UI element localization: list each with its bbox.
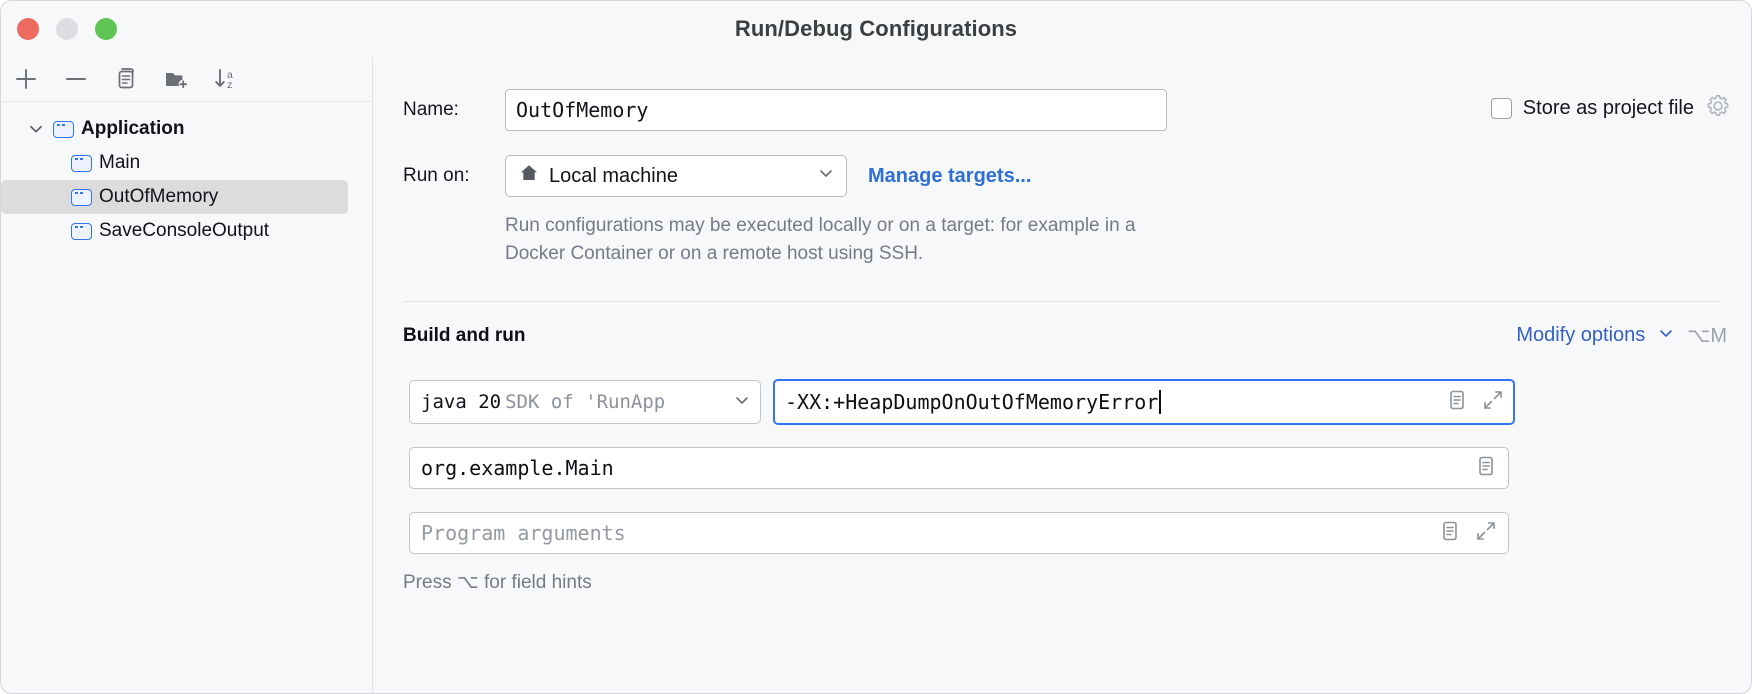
jdk-source-label: SDK of 'RunApp	[505, 391, 666, 413]
minimize-window-button[interactable]	[56, 18, 78, 40]
macro-list-icon[interactable]	[1445, 388, 1469, 417]
sort-configurations-button[interactable]: a z	[211, 64, 241, 94]
add-configuration-button[interactable]	[11, 64, 41, 94]
tree-item-saveconsoleoutput[interactable]: SaveConsoleOutput	[1, 214, 372, 248]
home-icon	[518, 162, 540, 190]
run-configuration-icon	[71, 222, 92, 240]
jdk-dropdown[interactable]: java 20 SDK of 'RunApp	[409, 380, 761, 424]
expand-editor-icon[interactable]	[1474, 519, 1498, 548]
jdk-version-label: java 20	[421, 391, 502, 413]
program-arguments-input[interactable]: Program arguments	[409, 512, 1509, 554]
macro-list-icon[interactable]	[1438, 519, 1462, 548]
configurations-sidebar: a z Application Main OutOfMemory SaveCon…	[1, 57, 373, 693]
store-as-project-file-label: Store as project file	[1522, 97, 1694, 119]
name-label: Name:	[403, 99, 459, 120]
new-folder-button[interactable]	[161, 64, 191, 94]
run-configuration-icon	[53, 120, 74, 138]
window-controls	[17, 18, 117, 40]
run-configuration-icon	[71, 154, 92, 172]
run-configuration-icon	[71, 188, 92, 206]
sort-alphabetically-icon: a z	[215, 69, 233, 91]
section-divider	[403, 301, 1721, 302]
run-on-dropdown[interactable]: Local machine	[505, 155, 847, 197]
tree-group-application[interactable]: Application	[1, 112, 372, 146]
run-on-label: Run on:	[403, 165, 470, 186]
sidebar-toolbar: a z	[1, 57, 372, 102]
copy-icon	[118, 68, 134, 89]
remove-configuration-button[interactable]	[61, 64, 91, 94]
dialog-title: Run/Debug Configurations	[734, 16, 1018, 41]
program-arguments-placeholder: Program arguments	[421, 521, 626, 545]
zoom-window-button[interactable]	[95, 18, 117, 40]
modify-options-shortcut: ⌥M	[1687, 325, 1727, 347]
tree-item-label: Application	[81, 118, 185, 139]
tree-item-main[interactable]: Main	[1, 146, 372, 180]
tree-item-label: Main	[99, 152, 141, 173]
run-on-value: Local machine	[549, 164, 678, 187]
manage-targets-link[interactable]: Manage targets...	[868, 165, 1031, 188]
tree-item-outofmemory[interactable]: OutOfMemory	[1, 180, 348, 214]
build-and-run-heading: Build and run	[403, 325, 526, 346]
jdk-and-vm-options-row: java 20 SDK of 'RunApp -XX:+HeapDumpOnOu…	[409, 379, 1515, 425]
tree-item-label: SaveConsoleOutput	[99, 220, 270, 241]
plus-icon	[16, 69, 36, 89]
configurations-tree: Application Main OutOfMemory SaveConsole…	[1, 102, 372, 248]
vm-options-input[interactable]: -XX:+HeapDumpOnOutOfMemoryError	[773, 379, 1515, 425]
name-input[interactable]: OutOfMemory	[505, 89, 1167, 131]
svg-text:z: z	[227, 79, 232, 91]
main-class-input[interactable]: org.example.Main	[409, 447, 1509, 489]
vm-options-value: -XX:+HeapDumpOnOutOfMemoryError	[785, 390, 1159, 414]
close-window-button[interactable]	[17, 18, 39, 40]
configuration-editor-panel: Name: OutOfMemory Store as project file …	[373, 57, 1751, 693]
copy-configuration-button[interactable]	[111, 64, 141, 94]
run-on-row: Run on: Local machine Manage targets...	[403, 155, 1031, 197]
targets-hint-text: Run configurations may be executed local…	[505, 215, 1136, 264]
main-class-value: org.example.Main	[421, 456, 614, 480]
gear-icon[interactable]	[1705, 93, 1731, 124]
chevron-down-icon[interactable]	[1656, 323, 1676, 348]
tree-item-label: OutOfMemory	[99, 186, 219, 207]
chevron-down-icon[interactable]	[816, 163, 836, 189]
folder-add-icon	[166, 73, 188, 89]
store-as-project-file-checkbox[interactable]	[1490, 98, 1512, 119]
modify-options-group: Modify options ⌥M	[1516, 323, 1727, 348]
expand-editor-icon[interactable]	[1481, 388, 1505, 417]
field-hints-text: Press ⌥ for field hints	[403, 572, 592, 593]
chevron-down-icon[interactable]	[25, 118, 47, 140]
text-caret	[1159, 390, 1161, 414]
run-debug-configurations-dialog: Run/Debug Configurations a z Application…	[0, 0, 1752, 694]
store-as-project-file-group: Store as project file	[1490, 93, 1731, 124]
title-bar: Run/Debug Configurations	[1, 1, 1751, 57]
chevron-down-icon[interactable]	[732, 390, 752, 415]
minus-icon	[66, 78, 86, 80]
macro-list-icon[interactable]	[1474, 454, 1498, 483]
modify-options-link[interactable]: Modify options	[1516, 324, 1645, 347]
